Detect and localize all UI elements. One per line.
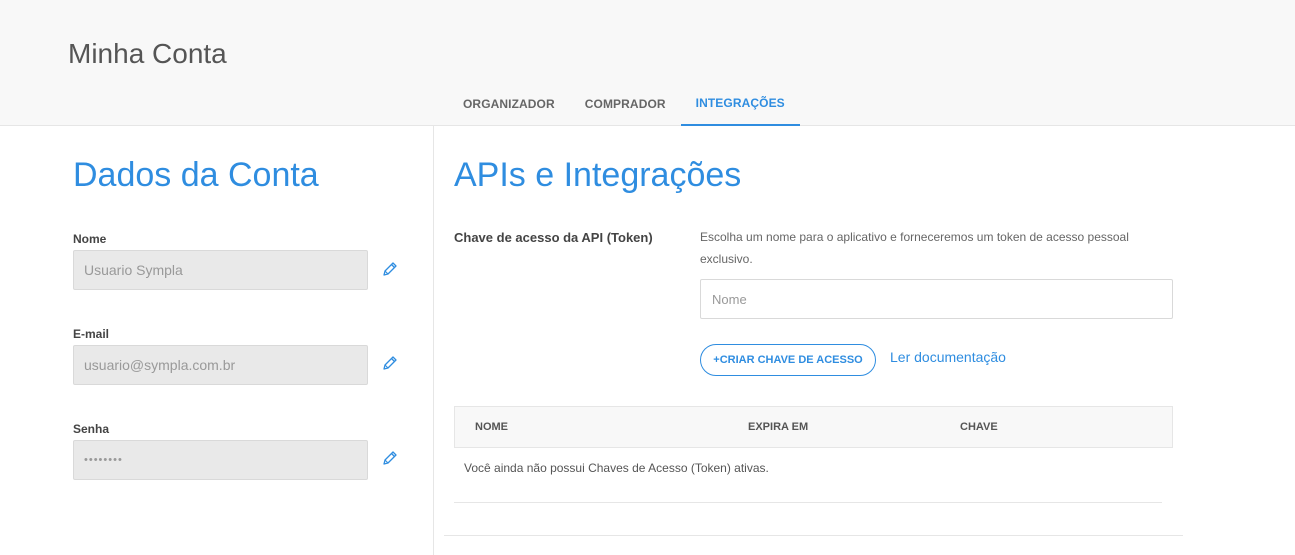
email-field: usuario@sympla.com.br	[73, 345, 368, 385]
password-field: ••••••••	[73, 440, 368, 480]
name-label: Nome	[73, 232, 107, 246]
pencil-icon[interactable]	[381, 260, 399, 278]
column-header-chave: CHAVE	[960, 421, 998, 433]
tokens-table-header: NOME EXPIRA EM CHAVE	[454, 406, 1173, 448]
page-header: Minha Conta ORGANIZADOR COMPRADOR INTEGR…	[0, 0, 1295, 126]
account-tabs: ORGANIZADOR COMPRADOR INTEGRAÇÕES	[448, 82, 800, 126]
token-description: Escolha um nome para o aplicativo e forn…	[700, 230, 1129, 266]
table-divider	[454, 502, 1162, 503]
column-divider	[433, 126, 434, 555]
account-section-title: Dados da Conta	[73, 156, 319, 194]
pencil-icon[interactable]	[381, 354, 399, 372]
token-label: Chave de acesso da API (Token)	[454, 230, 653, 245]
empty-tokens-message: Você ainda não possui Chaves de Acesso (…	[464, 461, 769, 475]
page-title: Minha Conta	[68, 38, 227, 69]
tab-organizador[interactable]: ORGANIZADOR	[448, 82, 570, 126]
tab-comprador[interactable]: COMPRADOR	[570, 82, 681, 126]
column-header-expira-em: EXPIRA EM	[748, 421, 809, 433]
tab-integracoes[interactable]: INTEGRAÇÕES	[680, 82, 800, 126]
email-label: E-mail	[73, 327, 110, 341]
pencil-icon[interactable]	[381, 449, 399, 467]
section-divider	[444, 535, 1183, 536]
column-header-nome: NOME	[475, 421, 508, 433]
name-field: Usuario Sympla	[73, 250, 368, 290]
token-name-input[interactable]	[700, 279, 1173, 319]
integrations-section-title: APIs e Integrações	[454, 156, 742, 194]
create-token-button[interactable]: +CRIAR CHAVE DE ACESSO	[700, 344, 876, 376]
documentation-link[interactable]: Ler documentação	[890, 349, 1006, 365]
password-label: Senha	[73, 422, 110, 436]
